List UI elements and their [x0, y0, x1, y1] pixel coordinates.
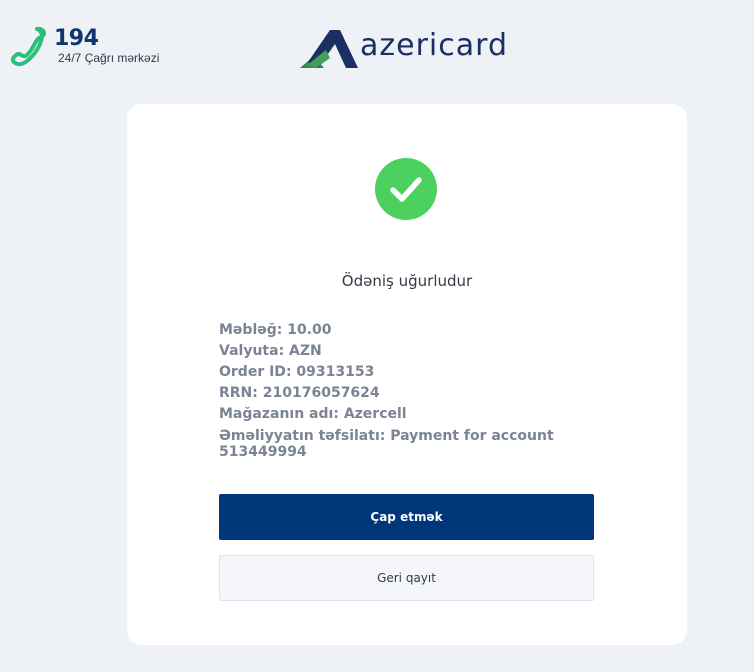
detail-order-id: Order ID: 09313153 — [219, 364, 375, 380]
status-title: Ödəniş uğurludur — [341, 272, 473, 290]
phone-icon — [10, 26, 46, 67]
back-button[interactable]: Geri qayıt — [219, 555, 594, 601]
detail-value: Azercell — [343, 406, 407, 422]
detail-currency: Valyuta: AZN — [219, 343, 322, 359]
detail-value: 210176057624 — [262, 385, 380, 401]
detail-label: RRN — [219, 385, 253, 401]
call-center-label: 24/7 Çağrı mərkəzi — [58, 51, 160, 65]
azericard-logo-icon — [300, 30, 358, 68]
detail-label: Mağazanın adı — [219, 406, 334, 422]
detail-operation: Əməliyyatın təfsilatı: Payment for accou… — [219, 428, 579, 460]
print-button[interactable]: Çap etmək — [219, 494, 594, 540]
page-header: 194 24/7 Çağrı mərkəzi azericard — [0, 0, 754, 100]
detail-label: Order ID — [219, 364, 286, 380]
call-center-number: 194 — [54, 26, 99, 51]
detail-rrn: RRN: 210176057624 — [219, 385, 380, 401]
payment-result-card: Ödəniş uğurludur Məbləğ: 10.00 Valyuta: … — [127, 104, 687, 645]
detail-merchant: Mağazanın adı: Azercell — [219, 406, 407, 422]
detail-amount: Məbləğ: 10.00 — [219, 322, 332, 338]
detail-operation-line2: 513449994 — [219, 444, 307, 460]
transaction-details: Məbləğ: 10.00 Valyuta: AZN Order ID: 093… — [219, 320, 579, 460]
logo-wordmark: azericard — [360, 28, 508, 63]
call-center[interactable]: 194 24/7 Çağrı mərkəzi — [8, 26, 159, 68]
detail-value: AZN — [289, 343, 322, 359]
call-center-text: 194 24/7 Çağrı mərkəzi — [54, 26, 159, 65]
checkmark-circle-icon — [375, 158, 437, 220]
detail-value: 10.00 — [287, 322, 332, 338]
detail-value: 09313153 — [296, 364, 375, 380]
azericard-logo: azericard — [300, 28, 508, 70]
detail-label: Məbləğ — [219, 322, 277, 338]
detail-operation-line1: Əməliyyatın təfsilatı: Payment for accou… — [219, 428, 554, 444]
detail-label: Valyuta — [219, 343, 279, 359]
